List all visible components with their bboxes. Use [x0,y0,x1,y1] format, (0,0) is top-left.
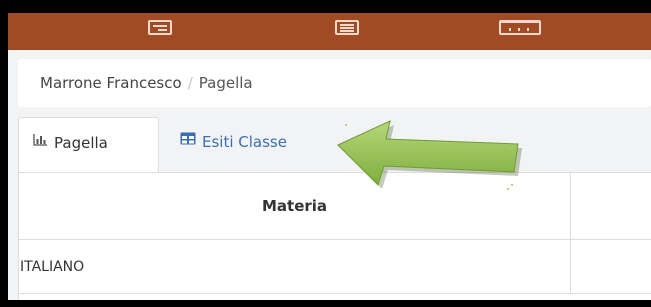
table-cell-subject: ITALIANO [19,240,571,294]
screenshot-frame: Marrone Francesco / Pagella Pagella Esit… [0,0,651,307]
grid-table-icon[interactable] [499,20,541,35]
top-navigation-bar [8,13,651,50]
card-list-icon[interactable] [148,20,172,35]
app-screen: Marrone Francesco / Pagella Pagella Esit… [8,13,651,300]
breadcrumb-separator: / [187,74,193,92]
breadcrumb: Marrone Francesco / Pagella [18,59,651,107]
speck-2 [511,184,513,186]
breadcrumb-parent-link[interactable]: Marrone Francesco [40,74,182,92]
speck-3 [507,188,509,190]
breadcrumb-current: Pagella [198,74,253,92]
tab-pagella-label: Pagella [54,134,108,152]
table-icon [180,115,196,166]
bar-chart-icon [33,116,48,167]
tab-pagella[interactable]: Pagella [18,117,159,172]
column-header-2 [571,173,651,240]
tab-esiti-classe[interactable]: Esiti Classe [180,117,287,172]
table-cell-value [571,240,651,294]
list-icon[interactable] [335,20,359,35]
tab-esiti-classe-label: Esiti Classe [202,133,287,151]
green-arrow-icon [337,120,522,189]
speck-1 [345,124,347,126]
